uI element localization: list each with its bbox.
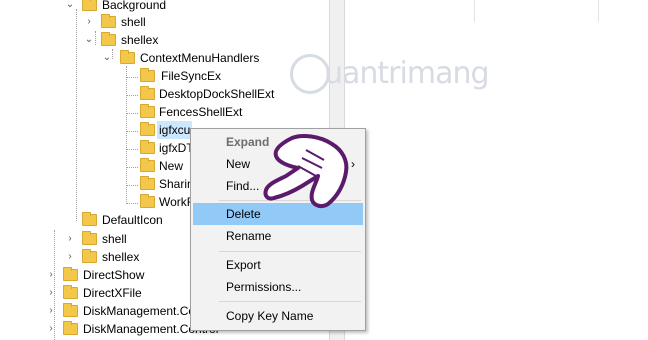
menu-item-label: Delete: [226, 207, 261, 221]
folder-icon: [82, 212, 97, 226]
folder-icon: [63, 285, 78, 299]
menu-separator: [219, 251, 361, 252]
menu-item-label: Permissions...: [226, 280, 302, 294]
menu-item-permissions[interactable]: Permissions...: [193, 276, 363, 298]
column-divider[interactable]: [474, 0, 475, 22]
tree-item-filesyncex[interactable]: FileSyncEx: [0, 67, 329, 85]
menu-item-label: Rename: [226, 229, 272, 243]
menu-separator: [219, 301, 361, 302]
folder-icon: [101, 32, 116, 46]
chevron-right-icon[interactable]: ›: [64, 230, 76, 248]
tree-item-desktopdockshellext[interactable]: DesktopDockShellExt: [0, 85, 329, 103]
folder-icon: [140, 104, 155, 118]
values-pane[interactable]: [345, 0, 648, 340]
folder-icon: [63, 303, 78, 317]
tree-item-label: FencesShellExt: [159, 105, 243, 119]
tree-item-shellex[interactable]: ⌄ shellex: [0, 31, 329, 49]
chevron-down-icon[interactable]: ⌄: [101, 49, 113, 67]
folder-icon: [82, 231, 97, 245]
folder-icon: [82, 249, 97, 263]
chevron-right-icon[interactable]: ›: [64, 248, 76, 266]
column-divider[interactable]: [598, 0, 599, 22]
tree-item-label: DesktopDockShellExt: [159, 87, 275, 101]
chevron-right-icon[interactable]: ›: [45, 266, 57, 284]
menu-item-label: Copy Key Name: [226, 309, 314, 323]
chevron-right-icon[interactable]: ›: [83, 13, 95, 31]
folder-icon: [140, 194, 155, 208]
folder-icon: [140, 86, 155, 100]
menu-item-label: New: [226, 157, 251, 171]
watermark-logo: uantrimang: [290, 52, 510, 102]
chevron-down-icon[interactable]: ⌄: [64, 0, 76, 14]
tree-item-label: DirectShow: [83, 268, 145, 282]
folder-icon: [101, 14, 116, 28]
folder-icon: [120, 50, 135, 64]
tree-item-label: Sharin: [159, 177, 194, 191]
tree-item-label: DiskManagement.Co: [83, 304, 196, 318]
tree-item-label: igfxcu: [157, 121, 193, 139]
tree-item-label: shellex: [121, 33, 159, 47]
folder-icon: [63, 321, 78, 335]
tree-item-label: FileSyncEx: [161, 69, 222, 83]
tree-item-label: shell: [121, 15, 146, 29]
folder-icon: [140, 140, 155, 154]
chevron-right-icon[interactable]: ›: [45, 302, 57, 320]
watermark-text: uantrimang: [324, 56, 490, 91]
tree-item-label: shell: [102, 232, 127, 246]
folder-icon: [140, 68, 155, 82]
tree-item-label: WorkF: [159, 195, 195, 209]
folder-icon: [140, 122, 155, 136]
tree-item-label: DirectXFile: [83, 286, 142, 300]
tree-item-background[interactable]: ⌄ Background: [0, 0, 329, 14]
tree-item-contextmenuhandlers[interactable]: ⌄ ContextMenuHandlers: [0, 49, 329, 67]
tree-item-fencesshellext[interactable]: FencesShellExt: [0, 103, 329, 121]
tree-item-shell[interactable]: › shell: [0, 13, 329, 31]
folder-icon: [82, 0, 97, 11]
tree-item-label: igfxDT: [159, 141, 194, 155]
chevron-right-icon[interactable]: ›: [45, 320, 57, 338]
menu-item-copy-key-name[interactable]: Copy Key Name: [193, 305, 363, 327]
folder-icon: [140, 176, 155, 190]
chevron-right-icon[interactable]: ›: [45, 284, 57, 302]
folder-icon: [140, 158, 155, 172]
menu-item-label: Export: [226, 258, 261, 272]
menu-item-label: Find...: [226, 179, 260, 193]
tree-item-label: shellex: [102, 250, 140, 264]
tree-item-label: Background: [102, 0, 167, 12]
menu-item-export[interactable]: Export: [193, 254, 363, 276]
tree-item-label: ContextMenuHandlers: [140, 51, 260, 65]
tree-item-label: DefaultIcon: [102, 213, 163, 227]
menu-item-rename[interactable]: Rename: [193, 225, 363, 247]
pointing-hand-icon: [263, 134, 349, 209]
folder-icon: [63, 267, 78, 281]
chevron-down-icon[interactable]: ⌄: [83, 31, 95, 49]
tree-item-label: New: [159, 159, 184, 173]
